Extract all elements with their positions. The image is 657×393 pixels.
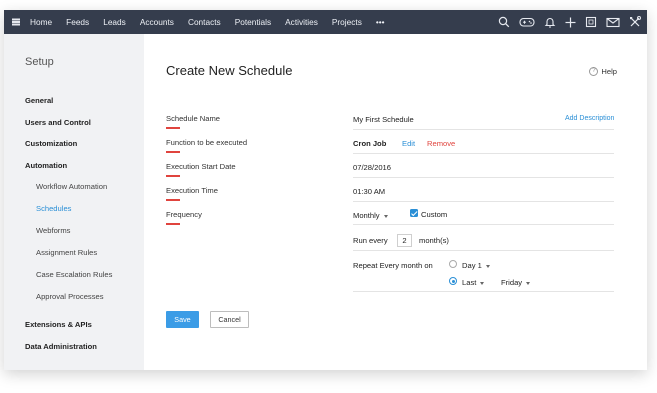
schedule-name-field[interactable]: My First Schedule — [353, 115, 414, 124]
execution-time-field[interactable]: 01:30 AM — [353, 187, 385, 196]
remove-function-link[interactable]: Remove — [427, 139, 455, 148]
field-divider — [353, 129, 614, 130]
calendar-icon[interactable] — [585, 16, 597, 28]
function-value: Cron Job — [353, 139, 387, 148]
sidebar-item-users-and-control[interactable]: Users and Control — [25, 118, 91, 127]
day-option-select[interactable]: Day 1 — [462, 261, 490, 270]
field-divider — [353, 153, 614, 154]
required-marker — [166, 223, 180, 225]
sidebar-title: Setup — [25, 56, 54, 68]
execution-time-label: Execution Time — [166, 186, 218, 195]
day-option-radio[interactable] — [449, 260, 457, 268]
help-label: Help — [601, 67, 617, 76]
nav-activities[interactable]: Activities — [278, 10, 325, 34]
run-every-input[interactable]: 2 — [397, 234, 412, 247]
sidebar-item-data-administration[interactable]: Data Administration — [25, 342, 97, 351]
save-button[interactable]: Save — [166, 311, 199, 328]
nav-home[interactable]: Home — [26, 10, 59, 34]
weekday-select[interactable]: Friday — [501, 278, 531, 287]
required-marker — [166, 127, 180, 129]
sidebar-item-extensions-apis[interactable]: Extensions & APIs — [25, 320, 92, 329]
edit-function-link[interactable]: Edit — [402, 139, 415, 148]
chevron-down-icon — [383, 214, 388, 218]
cancel-button[interactable]: Cancel — [210, 311, 249, 328]
sidebar-item-customization[interactable]: Customization — [25, 139, 77, 148]
field-divider — [353, 177, 614, 178]
add-description-link[interactable]: Add Description — [565, 115, 614, 122]
plus-icon[interactable] — [565, 17, 576, 28]
run-every-label: Run every — [353, 236, 388, 245]
custom-label: Custom — [421, 210, 448, 219]
schedule-name-label: Schedule Name — [166, 114, 221, 123]
start-date-label: Execution Start Date — [166, 162, 236, 171]
field-divider — [353, 201, 614, 202]
hamburger-menu-icon[interactable] — [6, 10, 26, 34]
repeat-label: Repeat Every month on — [353, 261, 433, 270]
required-marker — [166, 151, 180, 153]
sidebar-item-case-escalation-rules[interactable]: Case Escalation Rules — [36, 270, 112, 279]
app-window: Home Feeds Leads Accounts Contacts Poten… — [4, 10, 647, 370]
sidebar-item-webforms[interactable]: Webforms — [36, 226, 70, 235]
top-navigation-bar: Home Feeds Leads Accounts Contacts Poten… — [4, 10, 647, 34]
nav-more[interactable]: ••• — [369, 10, 392, 34]
nav-leads[interactable]: Leads — [96, 10, 133, 34]
sidebar-item-general[interactable]: General — [25, 96, 53, 105]
field-divider — [353, 250, 614, 251]
chevron-down-icon — [480, 281, 485, 285]
function-label: Function to be executed — [166, 138, 248, 147]
weekday-value: Friday — [501, 278, 523, 287]
nav-accounts[interactable]: Accounts — [133, 10, 181, 34]
sidebar-item-assignment-rules[interactable]: Assignment Rules — [36, 248, 97, 257]
mail-icon[interactable] — [606, 17, 620, 28]
required-marker — [166, 175, 180, 177]
nav-contacts[interactable]: Contacts — [181, 10, 228, 34]
frequency-label: Frequency — [166, 210, 202, 219]
sidebar-item-automation[interactable]: Automation — [25, 161, 67, 170]
last-option-value: Last — [462, 278, 477, 287]
chevron-down-icon — [526, 281, 531, 285]
last-option-radio[interactable] — [449, 277, 457, 285]
last-option-select[interactable]: Last — [462, 278, 485, 287]
page-title: Create New Schedule — [166, 63, 293, 78]
search-icon[interactable] — [498, 16, 510, 28]
nav-projects[interactable]: Projects — [325, 10, 369, 34]
field-divider — [353, 291, 614, 292]
help-icon: ? — [589, 67, 599, 76]
chevron-down-icon — [485, 264, 490, 268]
custom-checkbox[interactable] — [410, 209, 418, 217]
nav-potentials[interactable]: Potentials — [228, 10, 278, 34]
nav-icon-group — [498, 10, 641, 34]
required-marker — [166, 199, 180, 201]
run-every-unit: month(s) — [419, 236, 449, 245]
setup-tools-icon[interactable] — [629, 16, 641, 28]
gamepad-icon[interactable] — [519, 16, 535, 28]
field-divider — [353, 224, 614, 225]
setup-sidebar: Setup General Users and Control Customiz… — [4, 34, 144, 370]
sidebar-item-schedules[interactable]: Schedules — [36, 204, 71, 213]
sidebar-item-approval-processes[interactable]: Approval Processes — [36, 292, 104, 301]
bell-icon[interactable] — [544, 16, 556, 28]
day-option-value: Day 1 — [462, 261, 482, 270]
frequency-select[interactable]: Monthly — [353, 211, 388, 220]
help-link[interactable]: ? Help — [589, 67, 617, 76]
sidebar-item-workflow-automation[interactable]: Workflow Automation — [36, 182, 107, 191]
nav-feeds[interactable]: Feeds — [59, 10, 96, 34]
start-date-field[interactable]: 07/28/2016 — [353, 163, 391, 172]
frequency-value: Monthly — [353, 211, 380, 220]
main-content: Create New Schedule ? Help Schedule Name… — [144, 34, 647, 370]
